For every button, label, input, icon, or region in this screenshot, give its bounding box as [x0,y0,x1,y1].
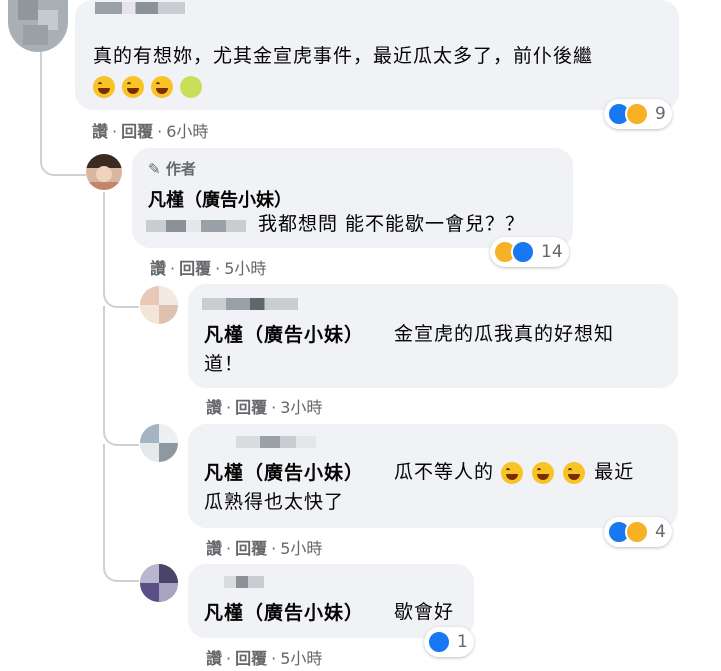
like-icon [511,240,535,264]
timestamp[interactable]: 5小時 [224,255,266,279]
timestamp[interactable]: 5小時 [280,535,322,559]
laughing-emoji [501,461,524,484]
like-link[interactable]: 讚 [206,535,222,559]
separator: · [271,649,277,668]
like-link[interactable]: 讚 [206,394,222,418]
reply-link[interactable]: 回覆 [235,394,267,418]
haha-icon [625,520,649,544]
separator: · [271,539,277,558]
melon-emoji [180,76,203,98]
reply-link[interactable]: 回覆 [235,535,267,559]
separator: · [226,649,232,668]
comment-text-line2: 道！ [204,353,245,375]
separator: · [226,398,232,417]
tagged-name-blurred[interactable] [146,220,246,232]
tagged-author[interactable]: 凡槿（廣告小妹） [204,458,364,485]
like-link[interactable]: 讚 [92,118,108,142]
avatar[interactable] [140,424,178,462]
timestamp[interactable]: 3小時 [280,394,322,418]
comment-text-line2: 瓜熟得也太快了 [204,491,345,513]
reaction-summary[interactable]: 14 [490,237,569,267]
reaction-count: 9 [655,104,666,124]
separator: · [226,539,232,558]
like-icon [427,630,451,654]
comment-text: 瓜不等人的 最近 [394,458,634,486]
avatar[interactable] [140,286,178,324]
comment-actions: 讚 · 回覆 · 5小時 [150,255,266,279]
comment-text: 真的有想妳，尤其金宣虎事件，最近瓜太多了，前仆後繼 [93,45,594,67]
author-comment-bubble: ✎ 作者 凡槿（廣告小妹） 我都想問 能不能歇一會兒？？ [132,148,573,248]
laughing-emoji [122,76,145,98]
reply-bubble: 凡槿（廣告小妹） 歇會好 [188,564,474,638]
laughing-emoji [93,76,115,98]
timestamp[interactable]: 6小時 [166,118,208,142]
reaction-summary[interactable]: 9 [604,99,672,129]
separator: · [215,259,221,278]
reaction-count: 14 [541,242,563,262]
comment-text: 歇會好 [394,601,455,623]
comment-actions: 讚 · 回覆 · 5小時 [206,535,322,559]
tagged-author[interactable]: 凡槿（廣告小妹） [204,598,364,625]
comment-bubble-top: 真的有想妳，尤其金宣虎事件，最近瓜太多了，前仆後繼 [75,0,679,110]
laughing-emoji [151,76,174,98]
like-link[interactable]: 讚 [206,645,222,669]
tagged-author[interactable]: 凡槿（廣告小妹） [204,320,364,347]
pencil-icon: ✎ [148,160,161,178]
timestamp[interactable]: 5小時 [280,645,322,669]
comment-text-start: 瓜不等人的 [394,461,495,483]
reply-link[interactable]: 回覆 [121,118,153,142]
laughing-emoji [532,461,555,484]
commenter-name-blurred[interactable] [224,576,264,588]
comment-actions: 讚 · 回覆 · 3小時 [206,394,322,418]
separator: · [271,398,277,417]
comment-text: 金宣虎的瓜我真的好想知 [394,323,615,345]
thread-line-replies-3 [103,444,139,582]
avatar[interactable] [140,564,178,602]
haha-icon [625,102,649,126]
commenter-name-blurred[interactable] [236,436,316,448]
commenter-name-blurred[interactable] [202,298,298,310]
separator: · [157,122,163,141]
like-link[interactable]: 讚 [150,255,166,279]
reply-bubble: 凡槿（廣告小妹） 瓜不等人的 最近 瓜熟得也太快了 [188,424,678,528]
reaction-count: 4 [655,522,666,542]
reaction-summary[interactable]: 1 [424,627,474,657]
comment-actions: 讚 · 回覆 · 6小時 [92,118,208,142]
comment-text: 我都想問 能不能歇一會兒？？ [258,213,526,235]
author-name[interactable]: 凡槿（廣告小妹） [148,186,292,212]
comment-text-end: 最近 [594,461,635,483]
thread-line-replies-2 [103,306,139,446]
author-avatar[interactable] [86,154,122,190]
reaction-summary[interactable]: 4 [604,517,672,547]
comment-emojis [93,76,203,98]
reply-link[interactable]: 回覆 [235,645,267,669]
author-badge-label: 作者 [165,160,196,178]
commenter-name-blurred[interactable] [95,2,185,14]
laughing-emoji [563,461,586,484]
reply-bubble: 凡槿（廣告小妹） 金宣虎的瓜我真的好想知 道！ [188,284,678,388]
separator: · [170,259,176,278]
comment-actions: 讚 · 回覆 · 5小時 [206,645,322,669]
avatar[interactable] [8,0,68,52]
separator: · [112,122,118,141]
reaction-count: 1 [457,632,468,652]
author-badge: ✎ 作者 [148,158,196,179]
reply-link[interactable]: 回覆 [179,255,211,279]
